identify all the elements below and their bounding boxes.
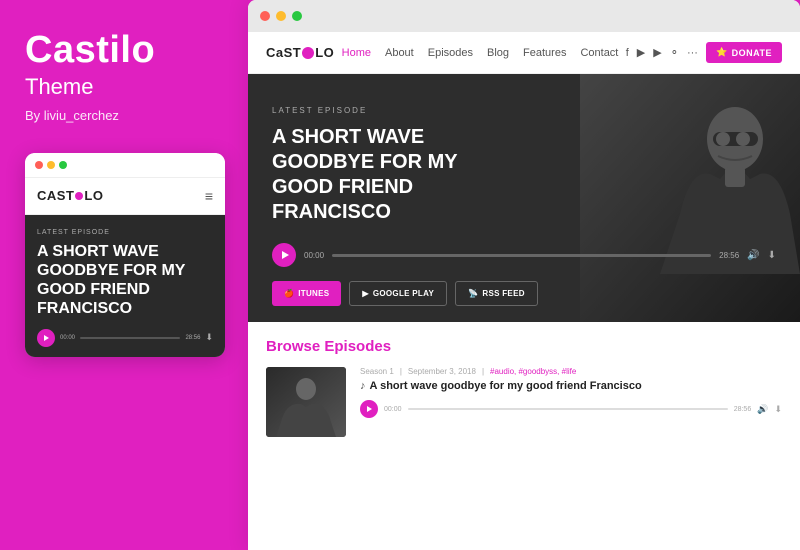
mobile-mockup: CASTLO ≡ LATEST EPISODE A SHORT WAVE GOO… — [25, 153, 225, 357]
episode-thumbnail — [266, 367, 346, 437]
mobile-logo: CASTLO — [37, 188, 103, 203]
browse-label: Browse — [266, 338, 320, 355]
google-play-label: GOOGLE PLAY — [373, 289, 434, 298]
left-panel: Castilo Theme By liviu_cerchez CASTLO ≡ … — [0, 0, 248, 550]
hero-volume-icon[interactable]: 🔊 — [747, 250, 759, 261]
browse-highlight: Episodes — [324, 338, 391, 355]
facebook-icon[interactable]: f — [626, 47, 629, 59]
itunes-label: ITUNES — [298, 289, 329, 298]
site-menu: Home About Episodes Blog Features Contac… — [342, 47, 619, 59]
mobile-progress-bar[interactable] — [80, 337, 180, 339]
episode-date: September 3, 2018 — [408, 367, 476, 376]
hero-episode-title: A SHORT WAVE GOODBYE FOR MY GOOD FRIEND … — [272, 125, 512, 225]
hero-buttons: 🍎 ITUNES ▶ GOOGLE PLAY 📡 RSS FEED — [272, 281, 776, 306]
episode-meta: Season 1 | September 3, 2018 | #audio, #… — [360, 367, 782, 376]
hero-section: LATEST EPISODE A SHORT WAVE GOODBYE FOR … — [248, 74, 800, 322]
brand-author: By liviu_cerchez — [25, 108, 119, 123]
episode-title-text: A short wave goodbye for my good friend … — [370, 380, 642, 392]
episode-row: Season 1 | September 3, 2018 | #audio, #… — [266, 367, 782, 437]
episode-season: Season 1 — [360, 367, 394, 376]
meta-separator2: | — [482, 367, 484, 376]
ep-volume-icon[interactable]: 🔊 — [757, 404, 768, 415]
hero-player: 00:00 28:56 🔊 ⬇ — [272, 243, 776, 267]
hero-play-button[interactable] — [272, 243, 296, 267]
mobile-time-start: 00:00 — [60, 335, 75, 341]
episode-play-button[interactable] — [360, 400, 378, 418]
nav-item-features[interactable]: Features — [523, 47, 566, 59]
apple-icon: 🍎 — [284, 289, 294, 298]
browser-dot-green[interactable] — [292, 11, 302, 21]
site-logo: CaSTLO — [266, 45, 334, 60]
itunes-button[interactable]: 🍎 ITUNES — [272, 281, 341, 306]
ep-time-start: 00:00 — [384, 406, 402, 413]
mobile-episode-title: A SHORT WAVE GOODBYE FOR MY GOOD FRIEND … — [37, 242, 213, 319]
mobile-nav: CASTLO ≡ — [25, 178, 225, 215]
mobile-time-end: 28:56 — [185, 335, 200, 341]
google-play-button[interactable]: ▶ GOOGLE PLAY — [349, 281, 447, 306]
play-icon[interactable]: ▶ — [637, 46, 645, 59]
mobile-top-bar — [25, 153, 225, 178]
browser-chrome — [248, 0, 800, 32]
site-navbar: CaSTLO Home About Episodes Blog Features… — [248, 32, 800, 74]
hero-time-end: 28:56 — [719, 251, 739, 260]
mobile-dot-red — [35, 161, 43, 169]
nav-item-about[interactable]: About — [385, 47, 414, 59]
site-social: f ▶ ▶ ⚬ ··· ⭐ DONATE — [626, 42, 782, 63]
nav-item-contact[interactable]: Contact — [580, 47, 618, 59]
more-icon[interactable]: ··· — [687, 47, 698, 59]
browser-content: CaSTLO Home About Episodes Blog Features… — [248, 32, 800, 550]
google-play-icon: ▶ — [362, 289, 368, 298]
browser-dot-yellow[interactable] — [276, 11, 286, 21]
donate-button[interactable]: ⭐ DONATE — [706, 42, 782, 63]
nav-item-home[interactable]: Home — [342, 47, 371, 59]
mobile-download-icon[interactable]: ⬇ — [205, 332, 213, 343]
mobile-player: 00:00 28:56 ⬇ — [37, 329, 213, 347]
browse-section: Browse Episodes — [248, 322, 800, 447]
ep-progress-bar[interactable] — [408, 408, 728, 410]
mobile-latest-label: LATEST EPISODE — [37, 229, 213, 236]
mobile-hero: LATEST EPISODE A SHORT WAVE GOODBYE FOR … — [25, 215, 225, 357]
meta-separator: | — [400, 367, 402, 376]
mobile-play-button[interactable] — [37, 329, 55, 347]
hero-time-start: 00:00 — [304, 251, 324, 260]
brand-subtitle: Theme — [25, 74, 93, 100]
hero-latest-label: LATEST EPISODE — [272, 106, 776, 115]
brand-title: Castilo — [25, 30, 155, 72]
mobile-dot-yellow — [47, 161, 55, 169]
episode-title-row: ♪ A short wave goodbye for my good frien… — [360, 380, 782, 392]
episode-tags: #audio, #goodbyss, #life — [490, 367, 576, 376]
rss-label: RSS FEED — [482, 289, 524, 298]
ep-download-icon[interactable]: ⬇ — [774, 404, 782, 415]
nav-item-episodes[interactable]: Episodes — [428, 47, 473, 59]
browser-dot-red[interactable] — [260, 11, 270, 21]
donate-icon: ⭐ — [716, 47, 728, 58]
donate-label: DONATE — [732, 48, 772, 58]
rss-icon: 📡 — [468, 289, 478, 298]
mobile-dots — [35, 161, 67, 169]
hamburger-icon[interactable]: ≡ — [205, 188, 213, 204]
episode-player-bar: 00:00 28:56 🔊 ⬇ — [360, 400, 782, 418]
logo-dot — [75, 192, 83, 200]
youtube-icon[interactable]: ▶ — [653, 46, 661, 59]
browse-title: Browse Episodes — [266, 338, 782, 355]
browser-window: CaSTLO Home About Episodes Blog Features… — [248, 0, 800, 550]
hero-content: LATEST EPISODE A SHORT WAVE GOODBYE FOR … — [248, 74, 800, 322]
rss-button[interactable]: 📡 RSS FEED — [455, 281, 538, 306]
nav-item-blog[interactable]: Blog — [487, 47, 509, 59]
ep-time-end: 28:56 — [734, 406, 752, 413]
spotify-icon[interactable]: ⚬ — [670, 46, 679, 59]
mobile-dot-green — [59, 161, 67, 169]
hero-progress-bar[interactable] — [332, 254, 711, 257]
hero-download-icon[interactable]: ⬇ — [768, 250, 776, 261]
music-note-icon: ♪ — [360, 380, 366, 392]
logo-dot-icon — [302, 47, 314, 59]
episode-info: Season 1 | September 3, 2018 | #audio, #… — [360, 367, 782, 418]
